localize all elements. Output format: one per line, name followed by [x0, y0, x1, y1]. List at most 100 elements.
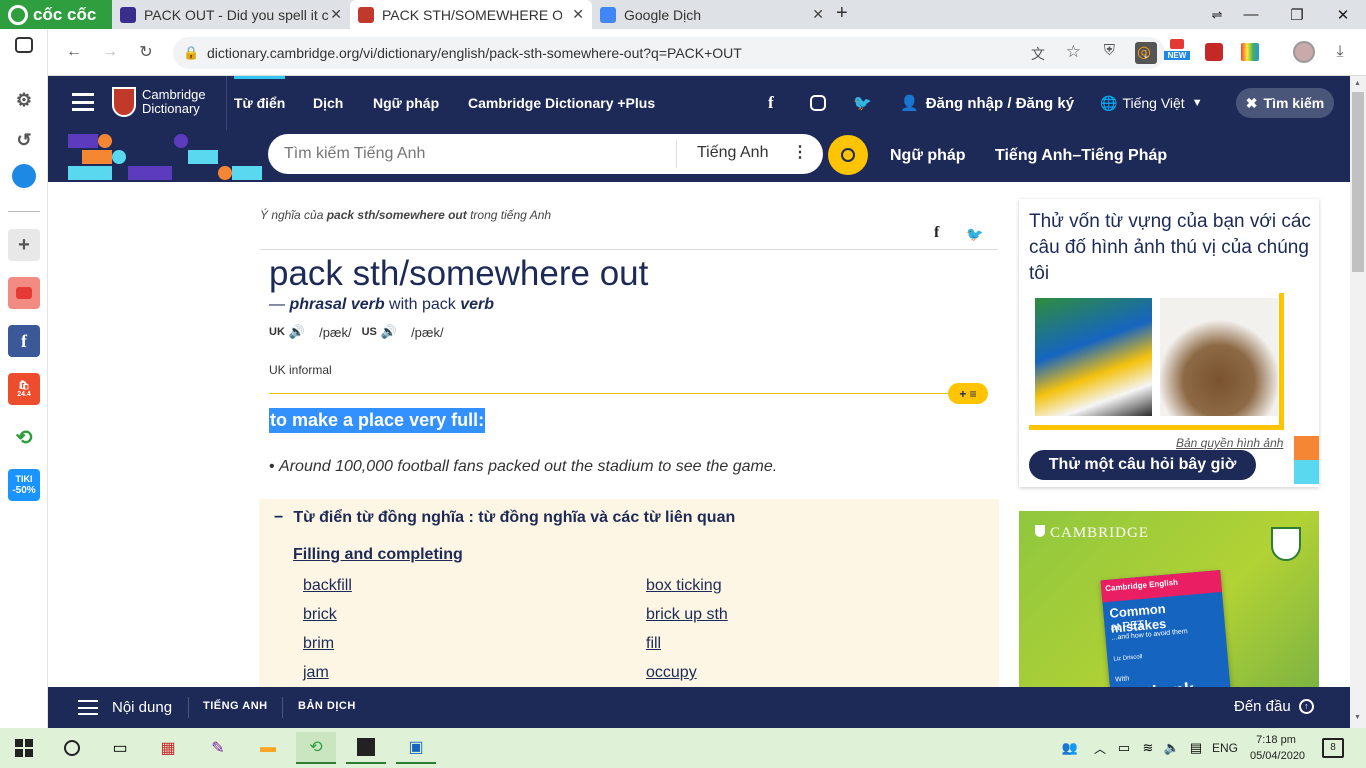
- address-bar[interactable]: 🔒 dictionary.cambridge.org/vi/dictionary…: [173, 37, 1165, 69]
- facebook-icon[interactable]: f: [8, 325, 40, 357]
- color-extension-icon[interactable]: [1241, 43, 1259, 61]
- keyboard-icon[interactable]: ▤: [1176, 732, 1216, 764]
- us-audio-icon[interactable]: 🔊: [381, 324, 397, 340]
- instagram-icon[interactable]: [810, 95, 826, 111]
- reload-icon[interactable]: ↻: [134, 40, 158, 64]
- book-advert[interactable]: CAMBRIDGE Cambridge English Common mista…: [1019, 511, 1319, 687]
- app-icon-3[interactable]: ▣: [396, 732, 436, 764]
- red-extension-icon[interactable]: [1205, 43, 1223, 61]
- language-select[interactable]: 🌐 Tiếng Việt ▼: [1100, 76, 1203, 130]
- messenger-icon[interactable]: [12, 164, 36, 188]
- bottom-tab-translation[interactable]: BẢN DỊCH: [298, 700, 356, 712]
- tiki-icon[interactable]: TIKI -50%: [8, 469, 40, 501]
- subnav-grammar[interactable]: Ngữ pháp: [890, 130, 966, 182]
- word-link-fill[interactable]: fill: [646, 635, 661, 653]
- sense-rule: [269, 393, 959, 394]
- with-pos: verb: [460, 296, 494, 313]
- star-icon[interactable]: ☆: [1066, 42, 1081, 62]
- uk-audio-icon[interactable]: 🔊: [289, 324, 305, 340]
- word-link-box-ticking[interactable]: box ticking: [646, 577, 722, 595]
- search-button[interactable]: [828, 135, 868, 175]
- thesaurus-group-link[interactable]: Filling and completing: [293, 546, 463, 564]
- settings-icon[interactable]: ⚙: [8, 84, 40, 116]
- translate-icon[interactable]: 文: [1031, 44, 1045, 64]
- thesaurus-header[interactable]: − Từ điển từ đồng nghĩa : từ đồng nghĩa v…: [274, 509, 735, 527]
- nav-translate[interactable]: Dịch: [313, 76, 343, 130]
- file-explorer-icon[interactable]: ▬: [248, 732, 288, 764]
- maximize-button[interactable]: ❐: [1274, 0, 1320, 29]
- add-to-list-button[interactable]: + ≡: [948, 383, 988, 404]
- cortana-icon[interactable]: [52, 732, 92, 764]
- shopee-icon[interactable]: 🛍 24.4: [8, 373, 40, 405]
- nav-dictionary[interactable]: Từ điển: [234, 76, 285, 130]
- app-icon-1[interactable]: ▦: [148, 732, 188, 764]
- word-link-brim[interactable]: brim: [303, 635, 334, 653]
- more-options-icon[interactable]: ⋮: [792, 142, 808, 162]
- image-credit-link[interactable]: Bản quyền hình ảnh: [1176, 436, 1283, 450]
- cambridge-logo[interactable]: Cambridge Dictionary: [112, 87, 206, 117]
- profile-avatar[interactable]: [1293, 41, 1315, 63]
- search-input[interactable]: [284, 142, 654, 166]
- twitter-icon[interactable]: 🐦: [853, 76, 872, 130]
- facebook-icon[interactable]: f: [768, 76, 774, 130]
- history-icon[interactable]: ↺: [8, 124, 40, 156]
- scroll-down-icon[interactable]: ▼: [1354, 714, 1361, 721]
- tab-google-translate[interactable]: Google Dịch ✕: [592, 0, 832, 29]
- breadcrumb-suffix: trong tiếng Anh: [466, 208, 552, 222]
- nav-plus[interactable]: Cambridge Dictionary +Plus: [468, 76, 655, 130]
- close-window-button[interactable]: ✕: [1320, 0, 1366, 29]
- forward-icon[interactable]: →: [98, 40, 122, 64]
- input-language[interactable]: ENG: [1212, 741, 1238, 755]
- bottom-tab-english[interactable]: TIẾNG ANH: [203, 700, 268, 712]
- vertical-scrollbar[interactable]: ▲ ▼: [1350, 76, 1366, 728]
- subnav-english-french[interactable]: Tiếng Anh–Tiếng Pháp: [995, 130, 1167, 182]
- nav-grammar[interactable]: Ngữ pháp: [373, 76, 439, 130]
- share-facebook-icon[interactable]: f: [934, 224, 939, 242]
- add-icon[interactable]: +: [8, 229, 40, 261]
- bullet: •: [269, 458, 280, 475]
- word-link-brick-up[interactable]: brick up sth: [646, 606, 728, 624]
- menu-icon[interactable]: [72, 93, 94, 111]
- sidebar-toggle-icon[interactable]: [15, 37, 33, 53]
- shield-icon: [1035, 525, 1045, 537]
- downloads-icon[interactable]: ⤓: [1328, 40, 1352, 64]
- word-link-backfill[interactable]: backfill: [303, 577, 352, 595]
- coccoc-taskbar-icon[interactable]: ⟲: [296, 732, 336, 764]
- shield-icon[interactable]: ⛨: [1104, 42, 1115, 59]
- close-tab-icon[interactable]: ✕: [330, 6, 342, 23]
- search-language-select[interactable]: Tiếng Anh: [697, 144, 768, 162]
- breadcrumb: Ý nghĩa của pack sth/somewhere out trong…: [260, 208, 551, 222]
- new-tab-button[interactable]: +: [836, 2, 848, 25]
- close-tab-icon[interactable]: ✕: [572, 6, 584, 23]
- coccoc-extension-icon[interactable]: ⟲: [8, 421, 40, 453]
- quiz-images[interactable]: [1029, 293, 1284, 430]
- tab-pack-sth[interactable]: PACK STH/SOMEWHERE OUT ✕: [350, 0, 592, 29]
- clock[interactable]: 7:18 pm 05/04/2020: [1250, 732, 1305, 764]
- word-link-occupy[interactable]: occupy: [646, 664, 697, 682]
- quiz-start-button[interactable]: Thử một câu hỏi bây giờ: [1029, 450, 1256, 480]
- news-extension-icon[interactable]: NEW: [1164, 39, 1190, 65]
- sticky-notes-icon[interactable]: [346, 732, 386, 764]
- scroll-thumb[interactable]: [1352, 92, 1364, 272]
- windows-start-icon[interactable]: [4, 732, 44, 764]
- minimize-button[interactable]: —: [1228, 0, 1274, 29]
- url-text[interactable]: dictionary.cambridge.org/vi/dictionary/e…: [207, 45, 742, 61]
- youtube-icon[interactable]: [8, 277, 40, 309]
- task-view-icon[interactable]: ▭: [100, 732, 140, 764]
- scroll-up-icon[interactable]: ▲: [1354, 80, 1361, 87]
- word-link-jam[interactable]: jam: [303, 664, 329, 682]
- extension-circle-icon[interactable]: ◎: [1132, 40, 1156, 64]
- new-badge: NEW: [1164, 51, 1190, 60]
- tab-pack-out[interactable]: PACK OUT - Did you spell it c ✕: [112, 0, 350, 29]
- contents-menu[interactable]: Nội dung: [78, 699, 172, 716]
- back-icon[interactable]: ←: [62, 40, 86, 64]
- search-toggle-button[interactable]: ✖ Tìm kiếm: [1236, 88, 1334, 118]
- close-tab-icon[interactable]: ✕: [812, 6, 824, 23]
- share-twitter-icon[interactable]: 🐦: [966, 226, 983, 243]
- app-icon-2[interactable]: ✎: [198, 732, 238, 764]
- back-to-top-link[interactable]: Đến đầu ↑: [1234, 698, 1314, 715]
- login-link[interactable]: 👤 Đăng nhập / Đăng ký: [900, 76, 1074, 130]
- notification-icon[interactable]: 8: [1322, 738, 1344, 758]
- word-link-brick[interactable]: brick: [303, 606, 337, 624]
- browser-logo[interactable]: cốc cốc: [0, 0, 112, 29]
